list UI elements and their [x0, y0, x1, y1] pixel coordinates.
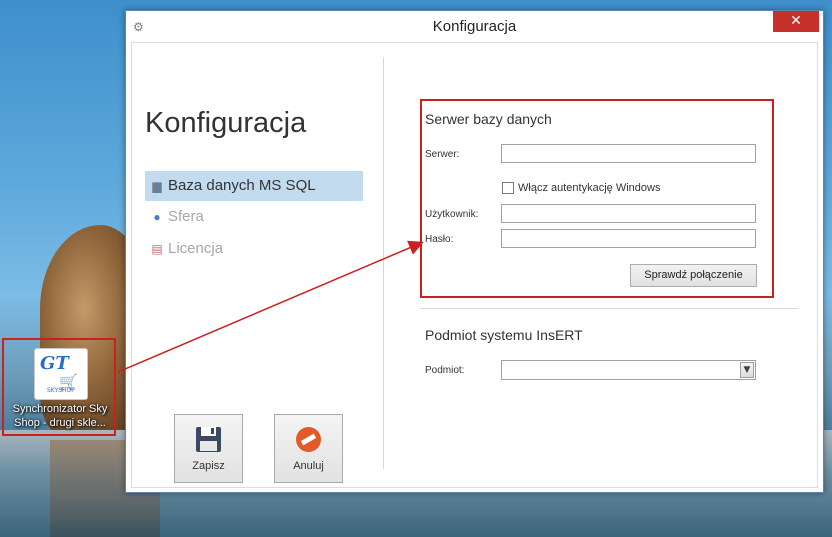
chevron-down-icon[interactable]: ▼	[740, 362, 754, 378]
user-label: Użytkownik:	[425, 209, 479, 220]
save-button[interactable]: Zapisz	[174, 414, 243, 483]
password-label: Hasło:	[425, 234, 454, 245]
close-button[interactable]: ✕	[773, 11, 819, 32]
window-title: Konfiguracja	[432, 18, 517, 35]
insert-section-title: Podmiot systemu InsERT	[425, 327, 583, 343]
desktop-shortcut-synchronizator[interactable]: GT 🛒 SKYSHOP Synchronizator Sky Shop - d…	[2, 338, 116, 436]
windows-auth-checkbox[interactable]	[502, 182, 514, 194]
test-connection-button[interactable]: Sprawdź połączenie	[630, 264, 757, 287]
db-server-section-title: Serwer bazy danych	[425, 111, 552, 127]
user-input[interactable]	[501, 204, 756, 223]
icon-logo-subtext: SKYSHOP	[47, 387, 75, 394]
entity-select[interactable]: ▼	[501, 360, 756, 380]
sidebar-item-label: Sfera	[168, 208, 204, 225]
sidebar-item-sfera[interactable]: ● Sfera	[145, 202, 363, 232]
globe-icon: ●	[153, 210, 161, 224]
skyshop-app-icon: GT 🛒 SKYSHOP	[34, 348, 88, 400]
title-bar[interactable]: ⚙ Konfiguracja ✕	[126, 11, 823, 41]
license-icon: ▤	[151, 242, 163, 256]
server-label: Serwer:	[425, 149, 460, 160]
entity-label: Podmiot:	[425, 365, 465, 376]
sidebar-item-label: Licencja	[168, 240, 224, 257]
sidebar-item-label: Baza danych MS SQL	[168, 177, 316, 194]
server-input[interactable]	[501, 144, 756, 163]
floppy-disk-icon	[196, 427, 221, 452]
password-input[interactable]	[501, 229, 756, 248]
desktop-shortcut-label: Synchronizator Sky Shop - drugi skle...	[12, 403, 108, 429]
sidebar-item-licencja[interactable]: ▤ Licencja	[145, 234, 363, 264]
cancel-icon	[296, 427, 321, 452]
page-title: Konfiguracja	[145, 107, 307, 139]
save-button-label: Zapisz	[192, 460, 225, 472]
config-window: ⚙ Konfiguracja ✕ Konfiguracja ▆ Baza dany…	[125, 10, 824, 493]
cancel-button-label: Anuluj	[293, 460, 324, 472]
vertical-divider	[383, 57, 384, 469]
sidebar-item-baza-danych[interactable]: ▆ Baza danych MS SQL	[145, 171, 363, 201]
window-content: Konfiguracja ▆ Baza danych MS SQL ● Sfera …	[131, 42, 818, 488]
section-divider	[420, 308, 798, 309]
database-icon: ▆	[152, 179, 162, 193]
cancel-button[interactable]: Anuluj	[274, 414, 343, 483]
icon-logo-text: GT	[40, 353, 69, 374]
windows-auth-label: Włącz autentykację Windows	[518, 182, 661, 194]
